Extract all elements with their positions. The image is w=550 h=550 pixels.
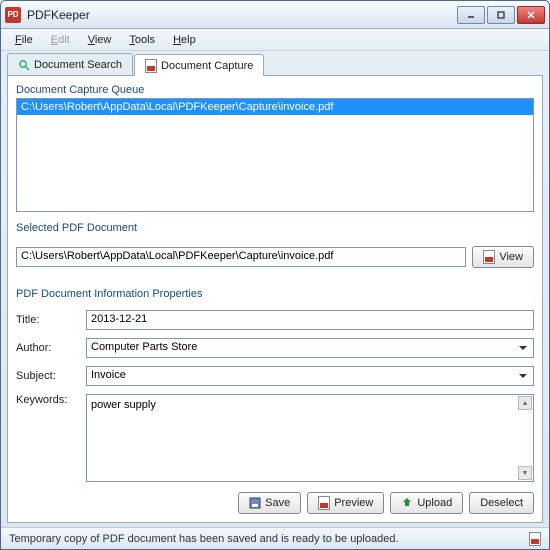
menu-file[interactable]: File [7,32,41,48]
button-label: Deselect [480,497,523,509]
button-label: Upload [417,497,452,509]
pdf-icon [145,59,157,73]
titlebar[interactable]: PD PDFKeeper [1,1,549,29]
title-label: Title: [16,314,86,326]
view-button[interactable]: View [472,246,534,268]
upload-icon [401,497,413,509]
pdf-icon [529,532,541,546]
button-label: Preview [334,497,373,509]
selected-label: Selected PDF Document [16,222,534,234]
minimize-button[interactable] [457,6,485,24]
close-button[interactable] [517,6,545,24]
maximize-button[interactable] [487,6,515,24]
save-button[interactable]: Save [238,492,301,514]
menu-help[interactable]: Help [165,32,204,48]
search-icon [18,59,30,71]
statusbar: Temporary copy of PDF document has been … [1,527,549,549]
pdf-icon [483,250,495,264]
action-buttons: Save Preview Upload Deselect [16,492,534,514]
selected-path-field: C:\Users\Robert\AppData\Local\PDFKeeper\… [16,247,466,267]
subject-label: Subject: [16,370,86,382]
app-window: PD PDFKeeper File Edit View Tools Help D… [0,0,550,550]
tab-label: Document Capture [161,60,253,72]
capture-queue-list[interactable]: C:\Users\Robert\AppData\Local\PDFKeeper\… [16,98,534,212]
upload-button[interactable]: Upload [390,492,463,514]
props-label: PDF Document Information Properties [16,288,534,300]
pdf-icon [318,496,330,510]
keywords-text: power supply [91,399,156,411]
title-field[interactable]: 2013-12-21 [86,310,534,330]
menu-edit[interactable]: Edit [43,32,78,48]
button-label: Save [265,497,290,509]
scroll-up-button[interactable] [518,396,532,410]
disk-icon [249,497,261,509]
subject-combo[interactable]: Invoice [86,366,534,386]
tab-document-search[interactable]: Document Search [7,53,133,75]
queue-label: Document Capture Queue [16,84,534,96]
app-icon: PD [5,7,21,23]
author-label: Author: [16,342,86,354]
tab-label: Document Search [34,59,122,71]
tab-bar: Document Search Document Capture [1,51,549,75]
button-label: View [499,251,523,263]
deselect-button[interactable]: Deselect [469,492,534,514]
scroll-down-button[interactable] [518,466,532,480]
content-pane: Document Capture Queue C:\Users\Robert\A… [7,75,543,523]
menubar: File Edit View Tools Help [1,29,549,51]
status-text: Temporary copy of PDF document has been … [9,533,399,545]
menu-tools[interactable]: Tools [121,32,163,48]
preview-button[interactable]: Preview [307,492,384,514]
keywords-label: Keywords: [16,394,86,406]
tab-document-capture[interactable]: Document Capture [134,54,264,76]
menu-view[interactable]: View [80,32,120,48]
window-title: PDFKeeper [27,8,457,22]
keywords-field[interactable]: power supply [86,394,534,482]
queue-item[interactable]: C:\Users\Robert\AppData\Local\PDFKeeper\… [17,99,533,115]
author-combo[interactable]: Computer Parts Store [86,338,534,358]
